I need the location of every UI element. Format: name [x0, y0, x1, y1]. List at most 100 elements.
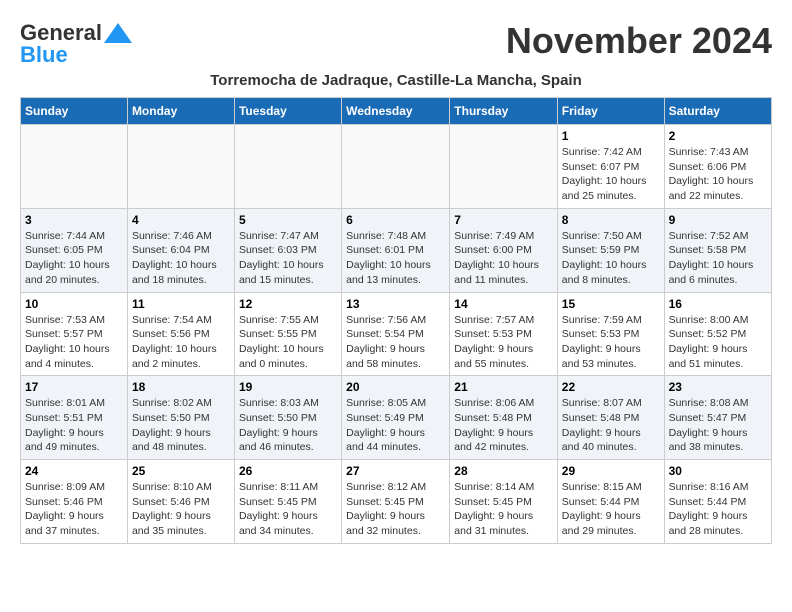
day-number: 26 [239, 464, 337, 478]
calendar-week-row: 1 Sunrise: 7:42 AM Sunset: 6:07 PM Daylig… [21, 125, 772, 209]
day-info: Sunrise: 8:12 AM Sunset: 5:45 PM Dayligh… [346, 480, 445, 539]
month-title: November 2024 [506, 20, 772, 62]
day-info: Sunrise: 7:56 AM Sunset: 5:54 PM Dayligh… [346, 313, 445, 372]
calendar-week-row: 24Sunrise: 8:09 AM Sunset: 5:46 PM Dayli… [21, 460, 772, 544]
day-number: 17 [25, 380, 123, 394]
calendar-cell: 19 Sunrise: 8:03 AM Sunset: 5:50 PM Dayli… [234, 376, 341, 460]
calendar-cell: 21Sunrise: 8:06 AM Sunset: 5:48 PM Dayli… [450, 376, 558, 460]
day-info: Sunrise: 8:05 AM Sunset: 5:49 PM Dayligh… [346, 396, 445, 455]
day-info: Sunrise: 7:59 AM Sunset: 5:53 PM Dayligh… [562, 313, 660, 372]
day-number: 23 [669, 380, 767, 394]
day-number: 9 [669, 213, 767, 227]
day-number: 11 [132, 297, 230, 311]
calendar-cell [21, 125, 128, 209]
day-number: 10 [25, 297, 123, 311]
day-number: 3 [25, 213, 123, 227]
day-info: Sunrise: 8:03 AM Sunset: 5:50 PM Dayligh… [239, 396, 337, 455]
logo-icon [104, 23, 132, 43]
day-info: Sunrise: 8:09 AM Sunset: 5:46 PM Dayligh… [25, 480, 123, 539]
day-number: 25 [132, 464, 230, 478]
calendar-cell: 10Sunrise: 7:53 AM Sunset: 5:57 PM Dayli… [21, 292, 128, 376]
calendar-cell: 22 Sunrise: 8:07 AM Sunset: 5:48 PM Dayli… [557, 376, 664, 460]
day-number: 13 [346, 297, 445, 311]
calendar-week-row: 17 Sunrise: 8:01 AM Sunset: 5:51 PM Dayli… [21, 376, 772, 460]
day-info: Sunrise: 7:50 AM Sunset: 5:59 PM Dayligh… [562, 229, 660, 288]
day-number: 14 [454, 297, 553, 311]
weekday-header: Thursday [450, 98, 558, 125]
day-number: 28 [454, 464, 553, 478]
day-info: Sunrise: 8:15 AM Sunset: 5:44 PM Dayligh… [562, 480, 660, 539]
day-info: Sunrise: 7:42 AM Sunset: 6:07 PM Dayligh… [562, 145, 660, 204]
calendar-cell [127, 125, 234, 209]
calendar-cell: 4 Sunrise: 7:46 AM Sunset: 6:04 PM Daylig… [127, 208, 234, 292]
day-info: Sunrise: 8:08 AM Sunset: 5:47 PM Dayligh… [669, 396, 767, 455]
calendar-cell: 14 Sunrise: 7:57 AM Sunset: 5:53 PM Dayli… [450, 292, 558, 376]
calendar-cell: 9 Sunrise: 7:52 AM Sunset: 5:58 PM Daylig… [664, 208, 771, 292]
weekday-header: Monday [127, 98, 234, 125]
logo: General Blue [20, 20, 132, 68]
calendar-cell: 29 Sunrise: 8:15 AM Sunset: 5:44 PM Dayli… [557, 460, 664, 544]
day-info: Sunrise: 7:43 AM Sunset: 6:06 PM Dayligh… [669, 145, 767, 204]
calendar-cell: 27 Sunrise: 8:12 AM Sunset: 5:45 PM Dayli… [342, 460, 450, 544]
day-info: Sunrise: 7:52 AM Sunset: 5:58 PM Dayligh… [669, 229, 767, 288]
day-number: 7 [454, 213, 553, 227]
calendar-header-row: SundayMondayTuesdayWednesdayThursdayFrid… [21, 98, 772, 125]
day-info: Sunrise: 7:57 AM Sunset: 5:53 PM Dayligh… [454, 313, 553, 372]
calendar-cell: 3 Sunrise: 7:44 AM Sunset: 6:05 PM Daylig… [21, 208, 128, 292]
calendar-cell: 1 Sunrise: 7:42 AM Sunset: 6:07 PM Daylig… [557, 125, 664, 209]
weekday-header: Sunday [21, 98, 128, 125]
day-number: 22 [562, 380, 660, 394]
day-info: Sunrise: 8:10 AM Sunset: 5:46 PM Dayligh… [132, 480, 230, 539]
day-number: 19 [239, 380, 337, 394]
day-number: 6 [346, 213, 445, 227]
day-number: 8 [562, 213, 660, 227]
weekday-header: Tuesday [234, 98, 341, 125]
day-info: Sunrise: 8:00 AM Sunset: 5:52 PM Dayligh… [669, 313, 767, 372]
day-info: Sunrise: 7:47 AM Sunset: 6:03 PM Dayligh… [239, 229, 337, 288]
calendar-cell: 11Sunrise: 7:54 AM Sunset: 5:56 PM Dayli… [127, 292, 234, 376]
calendar-cell: 24Sunrise: 8:09 AM Sunset: 5:46 PM Dayli… [21, 460, 128, 544]
day-number: 4 [132, 213, 230, 227]
day-number: 2 [669, 129, 767, 143]
day-number: 18 [132, 380, 230, 394]
day-info: Sunrise: 8:01 AM Sunset: 5:51 PM Dayligh… [25, 396, 123, 455]
calendar-cell: 30Sunrise: 8:16 AM Sunset: 5:44 PM Dayli… [664, 460, 771, 544]
calendar-cell: 23 Sunrise: 8:08 AM Sunset: 5:47 PM Dayli… [664, 376, 771, 460]
calendar-week-row: 10Sunrise: 7:53 AM Sunset: 5:57 PM Dayli… [21, 292, 772, 376]
day-number: 29 [562, 464, 660, 478]
calendar-cell: 15Sunrise: 7:59 AM Sunset: 5:53 PM Dayli… [557, 292, 664, 376]
day-info: Sunrise: 7:44 AM Sunset: 6:05 PM Dayligh… [25, 229, 123, 288]
day-number: 1 [562, 129, 660, 143]
calendar-cell: 26 Sunrise: 8:11 AM Sunset: 5:45 PM Dayli… [234, 460, 341, 544]
day-info: Sunrise: 8:02 AM Sunset: 5:50 PM Dayligh… [132, 396, 230, 455]
weekday-header: Saturday [664, 98, 771, 125]
weekday-header: Wednesday [342, 98, 450, 125]
calendar-cell: 18 Sunrise: 8:02 AM Sunset: 5:50 PM Dayli… [127, 376, 234, 460]
day-number: 27 [346, 464, 445, 478]
calendar-cell: 12 Sunrise: 7:55 AM Sunset: 5:55 PM Dayli… [234, 292, 341, 376]
day-info: Sunrise: 7:48 AM Sunset: 6:01 PM Dayligh… [346, 229, 445, 288]
calendar-cell [234, 125, 341, 209]
day-info: Sunrise: 7:49 AM Sunset: 6:00 PM Dayligh… [454, 229, 553, 288]
calendar-cell: 5 Sunrise: 7:47 AM Sunset: 6:03 PM Daylig… [234, 208, 341, 292]
calendar-cell: 28Sunrise: 8:14 AM Sunset: 5:45 PM Dayli… [450, 460, 558, 544]
calendar-cell [342, 125, 450, 209]
day-number: 5 [239, 213, 337, 227]
day-info: Sunrise: 7:55 AM Sunset: 5:55 PM Dayligh… [239, 313, 337, 372]
calendar-cell [450, 125, 558, 209]
day-number: 12 [239, 297, 337, 311]
page-header: General Blue November 2024 [20, 20, 772, 68]
calendar-cell: 16 Sunrise: 8:00 AM Sunset: 5:52 PM Dayli… [664, 292, 771, 376]
logo-blue-text: Blue [20, 42, 132, 68]
day-info: Sunrise: 8:16 AM Sunset: 5:44 PM Dayligh… [669, 480, 767, 539]
calendar-cell: 25 Sunrise: 8:10 AM Sunset: 5:46 PM Dayli… [127, 460, 234, 544]
day-info: Sunrise: 7:46 AM Sunset: 6:04 PM Dayligh… [132, 229, 230, 288]
day-info: Sunrise: 8:07 AM Sunset: 5:48 PM Dayligh… [562, 396, 660, 455]
calendar-week-row: 3 Sunrise: 7:44 AM Sunset: 6:05 PM Daylig… [21, 208, 772, 292]
day-info: Sunrise: 8:11 AM Sunset: 5:45 PM Dayligh… [239, 480, 337, 539]
calendar-cell: 7 Sunrise: 7:49 AM Sunset: 6:00 PM Daylig… [450, 208, 558, 292]
day-number: 20 [346, 380, 445, 394]
day-number: 21 [454, 380, 553, 394]
calendar-cell: 6 Sunrise: 7:48 AM Sunset: 6:01 PM Daylig… [342, 208, 450, 292]
day-number: 16 [669, 297, 767, 311]
